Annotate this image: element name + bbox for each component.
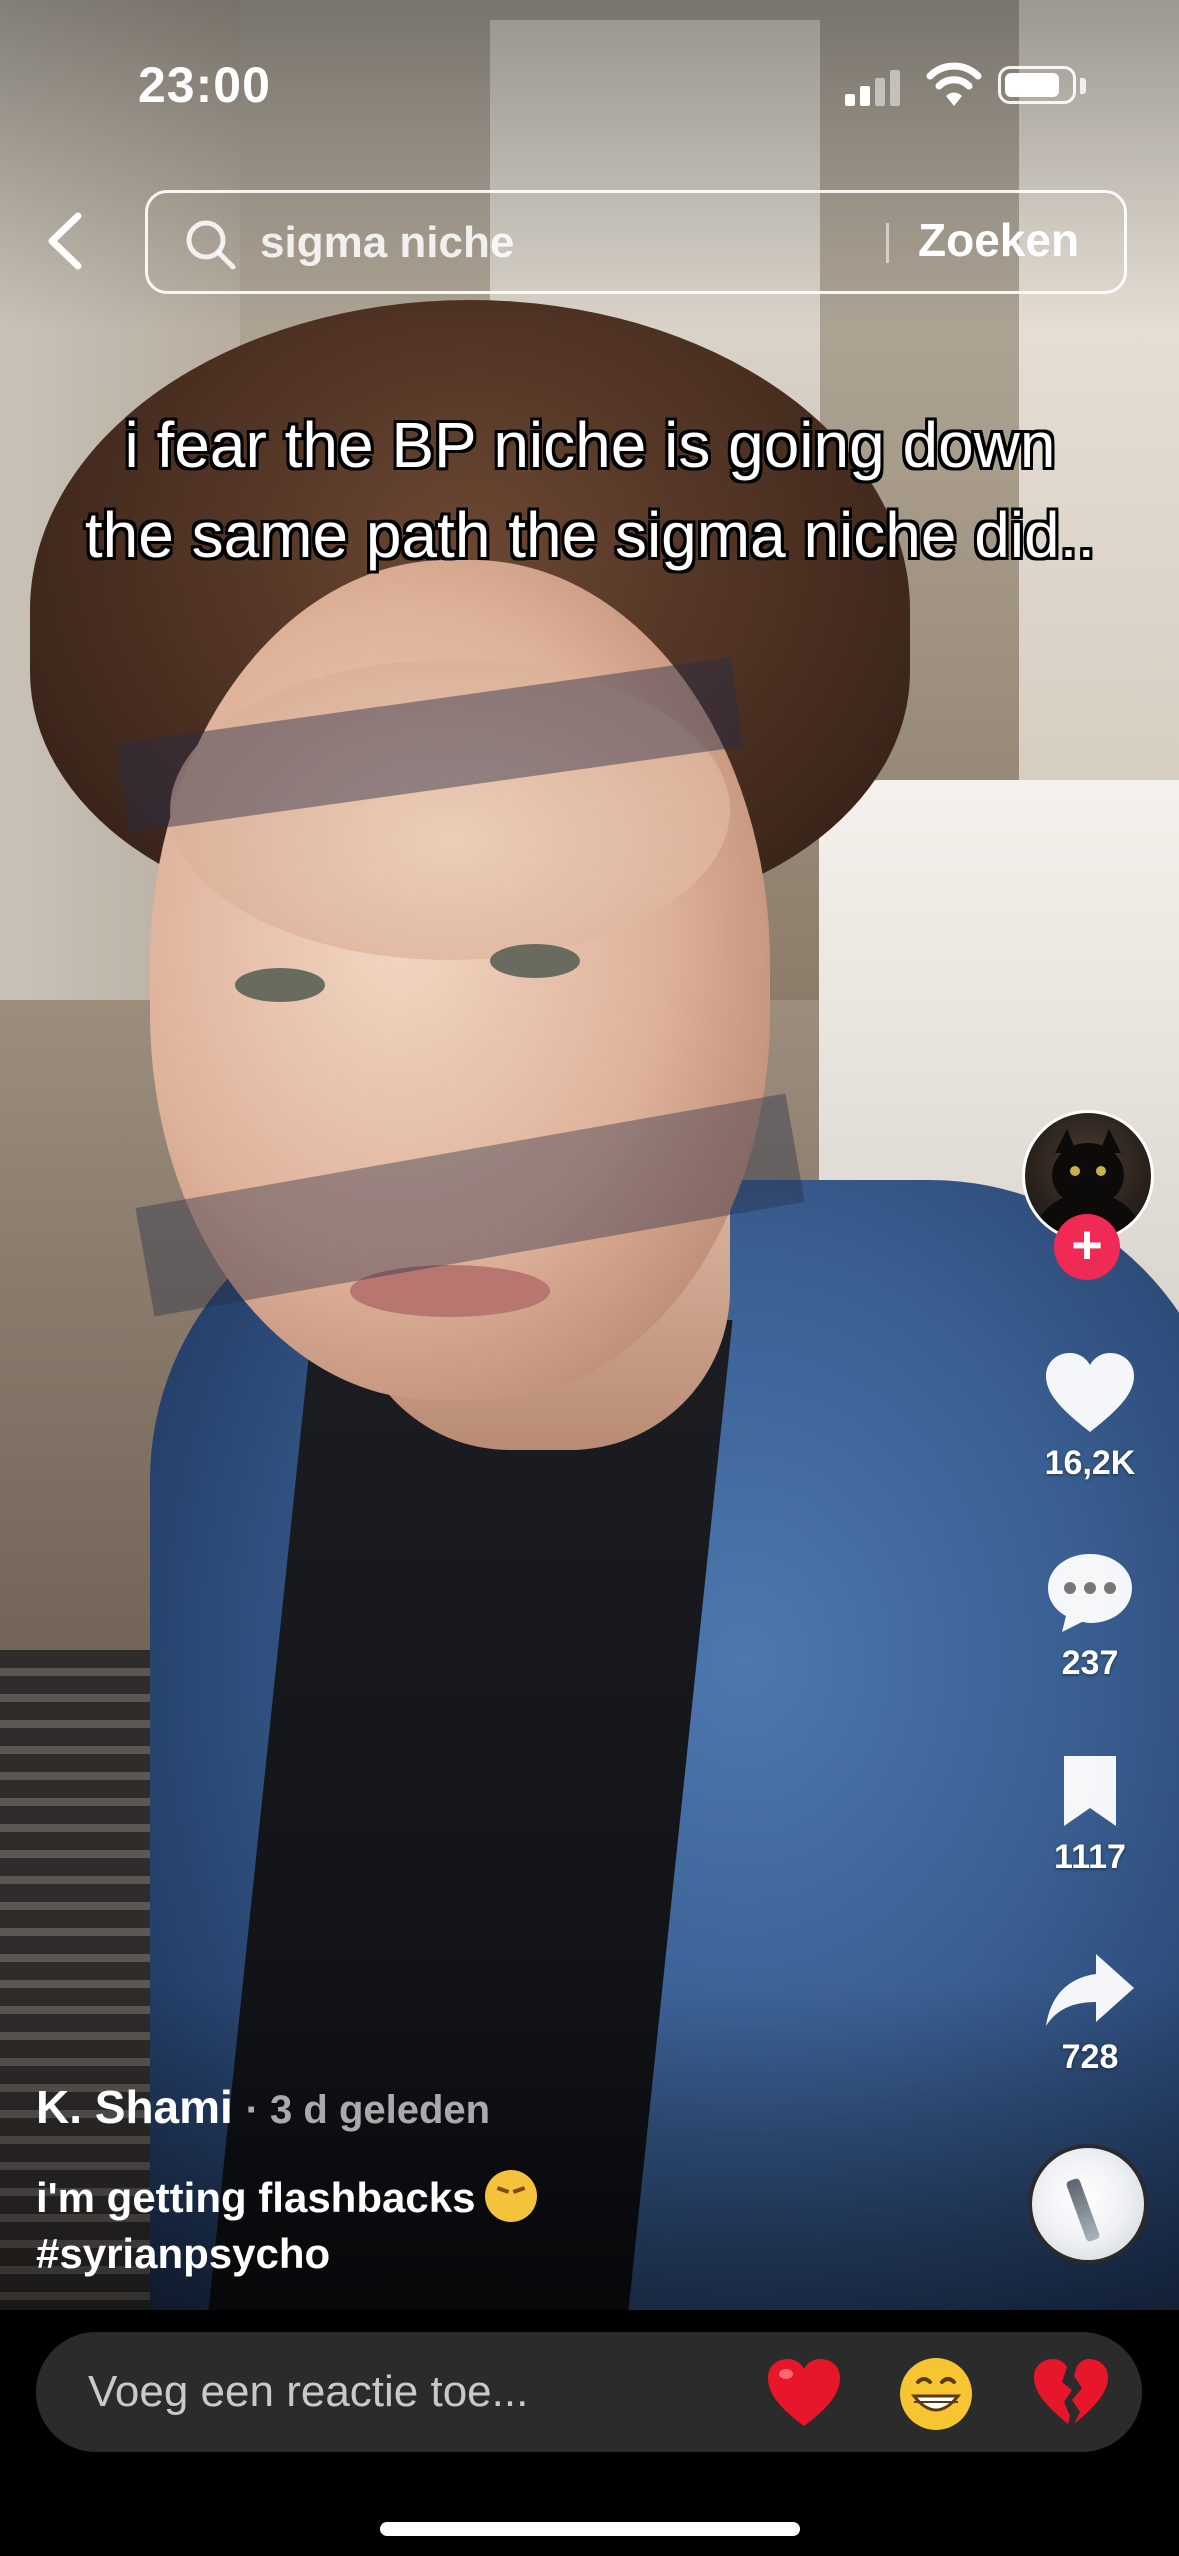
heart-icon [1046,1353,1134,1432]
tiktok-video-screen: 23:00 Zoeken i fear the BP niche is goin… [0,0,1179,2556]
post-info: K. Shami · 3 d geleden i'm getting flash… [36,2080,936,2282]
follow-button[interactable]: + [1054,1214,1120,1280]
post-time: · 3 d geleden [245,2088,491,2132]
author-name[interactable]: K. Shami [36,2081,233,2133]
video-overlay-caption: i fear the BP niche is going down the sa… [84,409,1096,571]
hashtag-link[interactable]: #syrianpsycho [36,2230,330,2277]
chevron-left-icon[interactable] [38,208,98,274]
comment-count: 237 [1061,1644,1119,1682]
status-time: 23:00 [138,57,271,113]
battery-level [1005,73,1059,97]
post-description: i'm getting flashbacks #syrianpsycho [36,2170,936,2282]
bookmark-icon [1064,1756,1116,1826]
status-bar: 23:00 [0,0,1179,160]
home-indicator [380,2522,800,2536]
comment-button[interactable]: 237 [1000,1550,1179,1683]
share-count: 728 [1061,2038,1119,2076]
comment-pill[interactable] [36,2332,1142,2452]
description-text: i'm getting flashbacks [36,2174,476,2221]
comment-bubble-icon [1048,1554,1132,1632]
search-bar[interactable]: Zoeken [145,190,1127,294]
cellular-signal-icon [845,66,905,106]
share-button[interactable]: 728 [1000,1950,1179,2077]
search-input[interactable] [260,215,860,271]
search-divider [886,223,889,263]
heart-emoji[interactable] [764,2354,844,2434]
battery-icon [998,66,1076,104]
like-button[interactable]: 16,2K [1000,1350,1179,1483]
wifi-icon [926,62,982,106]
save-button[interactable]: 1117 [1000,1750,1179,1877]
share-arrow-icon [1046,1954,1134,2026]
sad-face-emoji [485,2170,538,2222]
grinning-emoji[interactable] [896,2354,976,2434]
search-icon [186,220,236,270]
plus-icon: + [1071,1215,1103,1275]
save-count: 1117 [1054,1838,1126,1876]
like-count: 16,2K [1044,1444,1136,1482]
comment-bar [0,2310,1179,2556]
comment-input[interactable] [88,2362,648,2422]
broken-heart-emoji[interactable] [1030,2354,1110,2434]
search-submit-button[interactable]: Zoeken [918,213,1079,267]
author-line: K. Shami · 3 d geleden [36,2080,936,2134]
music-disc-icon[interactable] [1028,2144,1148,2264]
